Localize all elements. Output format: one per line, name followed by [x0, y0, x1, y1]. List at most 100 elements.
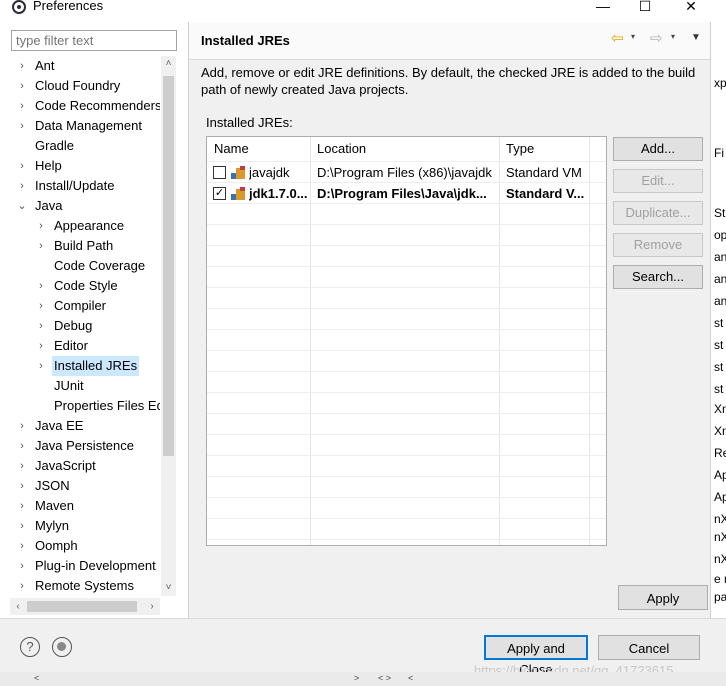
- tree-item[interactable]: › Compiler: [0, 296, 160, 316]
- background-text-fragment: anl: [714, 294, 726, 308]
- chevron-right-icon[interactable]: ›: [17, 576, 27, 596]
- chevron-right-icon[interactable]: ›: [17, 156, 27, 176]
- jre-checkbox[interactable]: ✓: [213, 187, 226, 200]
- column-header-location[interactable]: Location: [310, 137, 495, 161]
- forward-arrow-icon[interactable]: ⇨: [650, 31, 666, 47]
- tree-item[interactable]: › Build Path: [0, 236, 160, 256]
- tree-item[interactable]: › Code Recommenders: [0, 96, 160, 116]
- chevron-right-icon[interactable]: ›: [17, 96, 27, 116]
- chevron-right-icon[interactable]: ›: [36, 356, 46, 376]
- tree-item[interactable]: › Installed JREs: [0, 356, 160, 376]
- tree-item[interactable]: › Oomph: [0, 536, 160, 556]
- chevron-right-icon[interactable]: ›: [17, 56, 27, 76]
- chevron-right-icon[interactable]: ›: [17, 416, 27, 436]
- row-gridline: [207, 245, 606, 246]
- edit-button[interactable]: Edit...: [613, 169, 703, 193]
- tree-item[interactable]: › Java EE: [0, 416, 160, 436]
- chevron-right-icon[interactable]: ›: [36, 316, 46, 336]
- row-gridline: [207, 392, 606, 393]
- scroll-down-arrow[interactable]: ˅: [161, 580, 176, 596]
- scroll-right-arrow[interactable]: ›: [144, 598, 160, 615]
- installed-jres-label: Installed JREs:: [206, 115, 293, 130]
- tree-item[interactable]: › Appearance: [0, 216, 160, 236]
- chevron-right-icon[interactable]: ›: [17, 536, 27, 556]
- tree-item[interactable]: Gradle: [0, 136, 160, 156]
- back-arrow-icon[interactable]: ⇦: [611, 31, 627, 47]
- tree-item[interactable]: › Install/Update: [0, 176, 160, 196]
- scroll-thumb[interactable]: [163, 76, 174, 456]
- record-macro-icon[interactable]: [52, 637, 72, 657]
- tree-vertical-scrollbar[interactable]: ˄ ˅: [161, 56, 176, 596]
- tree-item[interactable]: › Mylyn: [0, 516, 160, 536]
- column-header-name[interactable]: Name: [207, 137, 303, 161]
- tree-item[interactable]: ⌄ Java: [0, 196, 160, 216]
- column-header-type[interactable]: Type: [499, 137, 589, 161]
- minimize-button[interactable]: —: [580, 0, 626, 16]
- background-text-fragment: e r: [714, 572, 726, 586]
- tree-item[interactable]: › Maven: [0, 496, 160, 516]
- tree-item[interactable]: › Ant: [0, 56, 160, 76]
- tree-item[interactable]: › Data Management: [0, 116, 160, 136]
- remove-button[interactable]: Remove: [613, 233, 703, 257]
- tree-item[interactable]: › Remote Systems: [0, 576, 160, 596]
- duplicate-button[interactable]: Duplicate...: [613, 201, 703, 225]
- tree-item[interactable]: Code Coverage: [0, 256, 160, 276]
- tree-item[interactable]: › Cloud Foundry: [0, 76, 160, 96]
- forward-dropdown-icon[interactable]: ▾: [671, 32, 675, 41]
- tree-item-label: JavaScript: [35, 458, 96, 473]
- tree-item[interactable]: Properties Files Ed: [0, 396, 160, 416]
- tree-item[interactable]: › JavaScript: [0, 456, 160, 476]
- view-menu-icon[interactable]: ▼: [691, 32, 701, 43]
- tree-item[interactable]: › Plug-in Development: [0, 556, 160, 576]
- chevron-right-icon[interactable]: ›: [17, 116, 27, 136]
- chevron-right-icon[interactable]: ›: [36, 336, 46, 356]
- chevron-right-icon[interactable]: ›: [36, 296, 46, 316]
- chevron-right-icon[interactable]: ›: [36, 236, 46, 256]
- scroll-left-arrow[interactable]: ‹: [10, 598, 26, 615]
- chevron-right-icon[interactable]: ›: [36, 276, 46, 296]
- apply-and-close-button[interactable]: Apply and Close: [484, 635, 588, 677]
- chevron-right-icon[interactable]: ›: [17, 436, 27, 456]
- background-text-fragment: Fi: [714, 146, 724, 160]
- table-row[interactable]: ✓ jdk1.7.0... D:\Program Files\Java\jdk.…: [207, 183, 606, 204]
- close-button[interactable]: ✕: [668, 0, 714, 16]
- background-text-fragment: nX: [714, 552, 726, 566]
- add-button[interactable]: Add...: [613, 137, 703, 161]
- chevron-right-icon[interactable]: ›: [17, 556, 27, 576]
- background-text-fragment: st: [714, 338, 724, 352]
- chevron-right-icon[interactable]: ›: [17, 76, 27, 96]
- chevron-right-icon[interactable]: ›: [36, 216, 46, 236]
- row-gridline: [207, 266, 606, 267]
- tree-item[interactable]: › JSON: [0, 476, 160, 496]
- tree-item[interactable]: › Help: [0, 156, 160, 176]
- maximize-button[interactable]: ☐: [622, 0, 668, 16]
- chevron-right-icon[interactable]: ›: [17, 176, 27, 196]
- jre-checkbox[interactable]: [213, 166, 226, 179]
- back-dropdown-icon[interactable]: ▾: [631, 32, 635, 41]
- tree-item-label: Oomph: [35, 538, 78, 553]
- hscroll-thumb[interactable]: [27, 601, 137, 612]
- chevron-right-icon[interactable]: ›: [17, 456, 27, 476]
- tree-horizontal-scrollbar[interactable]: ‹ ›: [10, 598, 160, 615]
- chevron-right-icon[interactable]: ›: [17, 476, 27, 496]
- tree-item[interactable]: › Debug: [0, 316, 160, 336]
- table-row[interactable]: javajdk D:\Program Files (x86)\javajdk S…: [207, 162, 606, 183]
- cancel-button[interactable]: Cancel: [598, 635, 700, 660]
- background-window-edge: xp Fi St op anl anl anl st st st st Xn Xn Re Ap Ap nX nX n…: [710, 22, 726, 618]
- help-icon[interactable]: ?: [20, 637, 40, 657]
- search-button[interactable]: Search...: [613, 265, 703, 289]
- chevron-down-icon[interactable]: ⌄: [17, 196, 27, 216]
- row-gridline: [207, 539, 606, 540]
- jre-type: Standard VM: [506, 165, 582, 180]
- filter-input[interactable]: [11, 30, 177, 51]
- tree-item[interactable]: › Code Style: [0, 276, 160, 296]
- tree-item-label: Installed JREs: [52, 356, 140, 376]
- chevron-right-icon[interactable]: ›: [17, 516, 27, 536]
- tree-item[interactable]: › Java Persistence: [0, 436, 160, 456]
- tree-item[interactable]: JUnit: [0, 376, 160, 396]
- apply-button[interactable]: Apply: [618, 585, 708, 610]
- tree-item-label: Code Coverage: [54, 258, 146, 273]
- scroll-up-arrow[interactable]: ˄: [161, 56, 176, 72]
- chevron-right-icon[interactable]: ›: [17, 496, 27, 516]
- tree-item[interactable]: › Editor: [0, 336, 160, 356]
